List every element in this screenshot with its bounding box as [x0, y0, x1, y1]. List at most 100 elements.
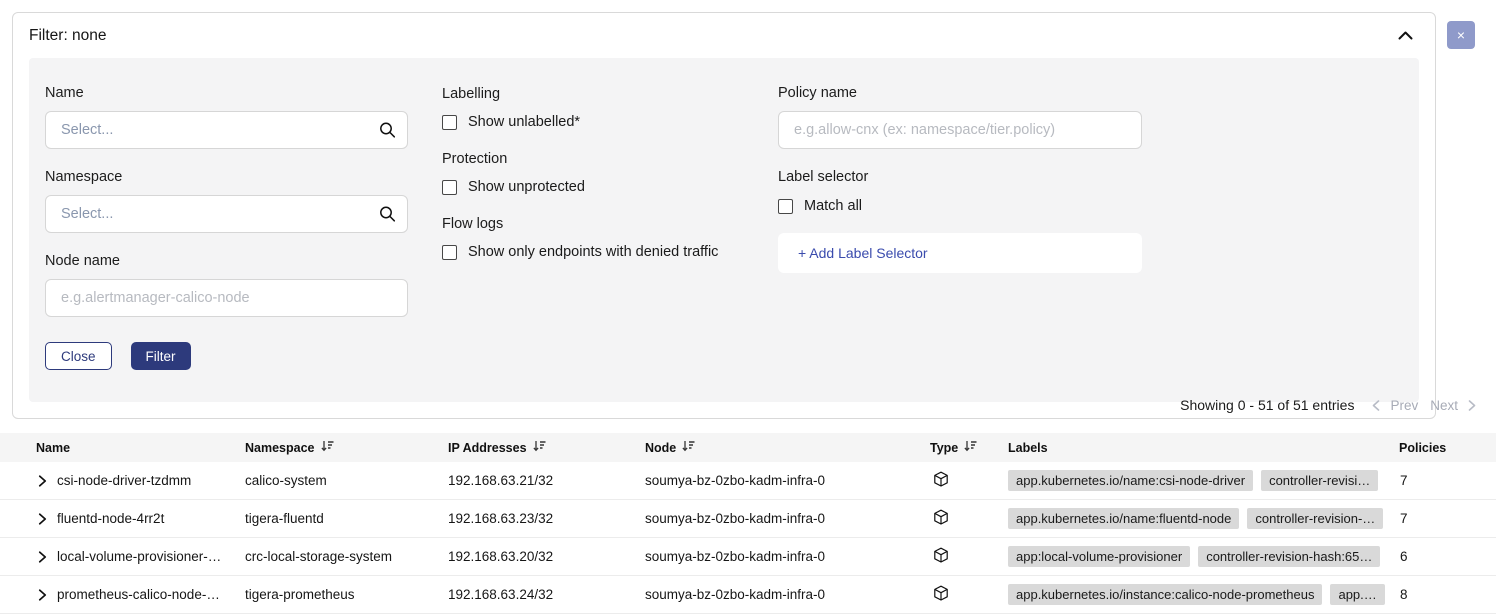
filter-panel-body: Name Namespace Node name — [29, 58, 1419, 402]
endpoint-namespace: crc-local-storage-system — [245, 549, 448, 564]
column-header-node[interactable]: Node — [645, 440, 930, 455]
search-icon — [379, 206, 396, 223]
sort-icon — [964, 440, 977, 455]
chevron-right-icon — [38, 551, 47, 565]
match-all-checkbox[interactable] — [778, 199, 793, 214]
table-header-row: Name Namespace IP Addresses Node Type La… — [0, 433, 1496, 462]
column-header-labels[interactable]: Labels — [1008, 441, 1395, 455]
showing-entries-text: Showing 0 - 51 of 51 entries — [1180, 397, 1354, 413]
prev-page-chevron-button[interactable] — [1368, 400, 1384, 411]
close-panel-button[interactable]: × — [1447, 21, 1475, 49]
endpoint-node: soumya-bz-0zbo-kadm-infra-0 — [645, 473, 930, 488]
name-field-label: Name — [45, 85, 408, 101]
denied-traffic-row: Show only endpoints with denied traffic — [442, 244, 744, 260]
filter-card-header: Filter: none — [13, 13, 1435, 58]
name-field-group: Name — [45, 85, 408, 149]
endpoint-ip: 192.168.63.23/32 — [448, 511, 645, 526]
show-unprotected-checkbox[interactable] — [442, 180, 457, 195]
label-chip[interactable]: controller-revisi… — [1261, 470, 1378, 491]
policies-count: 7 — [1395, 473, 1496, 488]
endpoint-namespace: tigera-prometheus — [245, 587, 448, 602]
label-chip[interactable]: app:local-volume-provisioner — [1008, 546, 1190, 567]
node-name-field-group: Node name — [45, 253, 408, 317]
endpoint-name: fluentd-node-4rr2t — [57, 511, 164, 526]
chevron-right-icon — [1468, 399, 1476, 414]
prev-page-button[interactable]: Prev — [1384, 398, 1424, 413]
denied-traffic-checkbox[interactable] — [442, 245, 457, 260]
add-label-selector-button[interactable]: + Add Label Selector — [778, 233, 1142, 273]
column-header-type[interactable]: Type — [930, 440, 1008, 455]
namespace-field-group: Namespace — [45, 169, 408, 233]
endpoints-table: Name Namespace IP Addresses Node Type La… — [0, 433, 1496, 614]
show-unlabelled-label: Show unlabelled* — [468, 114, 580, 130]
collapse-filter-button[interactable] — [1394, 27, 1417, 44]
column-header-ip-addresses[interactable]: IP Addresses — [448, 440, 645, 455]
label-chip[interactable]: app.kubernetes.io/instance:calico-node-p… — [1008, 584, 1322, 605]
chevron-right-icon — [38, 513, 47, 527]
denied-traffic-label: Show only endpoints with denied traffic — [468, 244, 718, 260]
filter-column-3: Policy name Label selector Match all + A… — [778, 85, 1142, 273]
chevron-right-icon — [38, 589, 47, 603]
search-icon — [379, 122, 396, 139]
label-chip[interactable]: app.kubernetes.io/name:fluentd-node — [1008, 508, 1239, 529]
node-name-input[interactable] — [45, 279, 408, 317]
policies-count: 8 — [1395, 587, 1496, 602]
expand-row-button[interactable] — [38, 589, 47, 601]
table-row: prometheus-calico-node-… tigera-promethe… — [0, 576, 1496, 614]
pager: Prev Next — [1368, 398, 1480, 413]
column-header-policies[interactable]: Policies — [1395, 441, 1496, 455]
match-all-row: Match all — [778, 198, 1142, 214]
endpoint-name: local-volume-provisioner-… — [57, 549, 221, 564]
show-unlabelled-checkbox[interactable] — [442, 115, 457, 130]
endpoint-node: soumya-bz-0zbo-kadm-infra-0 — [645, 549, 930, 564]
next-page-button[interactable]: Next — [1424, 398, 1464, 413]
workload-cube-icon — [933, 585, 949, 605]
expand-row-button[interactable] — [38, 475, 47, 487]
table-row: csi-node-driver-tzdmm calico-system 192.… — [0, 462, 1496, 500]
name-select-input[interactable] — [45, 111, 408, 149]
column-header-name[interactable]: Name — [0, 441, 245, 455]
protection-heading: Protection — [442, 151, 744, 167]
sort-icon — [533, 440, 546, 455]
chevron-left-icon — [1372, 399, 1380, 414]
sort-icon — [682, 440, 695, 455]
policy-name-field-label: Policy name — [778, 85, 1142, 101]
endpoint-node: soumya-bz-0zbo-kadm-infra-0 — [645, 587, 930, 602]
expand-row-button[interactable] — [38, 513, 47, 525]
endpoint-namespace: tigera-fluentd — [245, 511, 448, 526]
filter-column-2: Labelling Show unlabelled* Protection Sh… — [442, 85, 744, 260]
policies-count: 7 — [1395, 511, 1496, 526]
column-header-namespace[interactable]: Namespace — [245, 440, 448, 455]
show-unprotected-row: Show unprotected — [442, 179, 744, 195]
label-chip[interactable]: app.kubernetes.io/name:csi-node-driver — [1008, 470, 1253, 491]
policy-name-input[interactable] — [778, 111, 1142, 149]
label-chip[interactable]: controller-revision-… — [1247, 508, 1383, 529]
endpoint-ip: 192.168.63.21/32 — [448, 473, 645, 488]
close-icon: × — [1457, 27, 1465, 43]
label-chip[interactable]: controller-revision-hash:65… — [1198, 546, 1380, 567]
label-selector-heading: Label selector — [778, 169, 1142, 185]
table-row: fluentd-node-4rr2t tigera-fluentd 192.16… — [0, 500, 1496, 538]
endpoint-name: csi-node-driver-tzdmm — [57, 473, 191, 488]
show-unlabelled-row: Show unlabelled* — [442, 114, 744, 130]
filter-column-1: Name Namespace Node name — [45, 85, 408, 370]
results-bar: Showing 0 - 51 of 51 entries Prev Next — [1180, 397, 1480, 413]
match-all-label: Match all — [804, 198, 862, 214]
close-filter-button[interactable]: Close — [45, 342, 112, 370]
show-unprotected-label: Show unprotected — [468, 179, 585, 195]
apply-filter-button[interactable]: Filter — [131, 342, 191, 370]
namespace-select-input[interactable] — [45, 195, 408, 233]
endpoint-name: prometheus-calico-node-… — [57, 587, 220, 602]
endpoint-namespace: calico-system — [245, 473, 448, 488]
chevron-up-icon — [1398, 28, 1413, 43]
next-page-chevron-button[interactable] — [1464, 400, 1480, 411]
label-chip[interactable]: app.… — [1330, 584, 1384, 605]
policy-name-field-group: Policy name — [778, 85, 1142, 149]
endpoint-node: soumya-bz-0zbo-kadm-infra-0 — [645, 511, 930, 526]
sort-icon — [321, 440, 334, 455]
endpoint-ip: 192.168.63.20/32 — [448, 549, 645, 564]
chevron-right-icon — [38, 475, 47, 489]
expand-row-button[interactable] — [38, 551, 47, 563]
table-row: local-volume-provisioner-… crc-local-sto… — [0, 538, 1496, 576]
flow-logs-heading: Flow logs — [442, 216, 744, 232]
